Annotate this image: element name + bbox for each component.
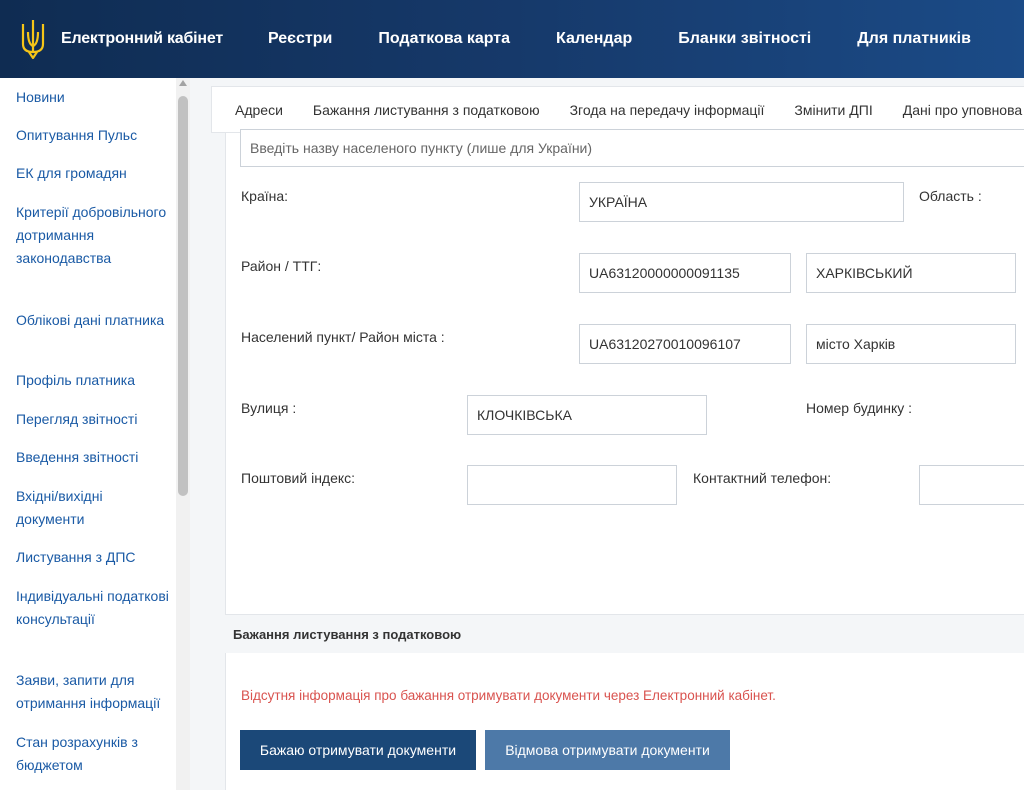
correspondence-section-title: Бажання листування з податковою xyxy=(233,627,462,642)
sidebar-item-payer-profile[interactable]: Профіль платника xyxy=(16,369,171,392)
street-field[interactable] xyxy=(467,395,707,435)
nav-tax-map[interactable]: Податкова карта xyxy=(378,30,510,48)
sidebar-item-tax-consultations[interactable]: Індивідуальні податкові консультації xyxy=(16,585,171,631)
house-number-label: Номер будинку : xyxy=(806,400,913,416)
brand-title[interactable]: Електронний кабінет xyxy=(61,30,223,48)
district-label: Район / ТТГ: xyxy=(241,258,322,274)
country-field[interactable] xyxy=(579,182,904,222)
tab-addresses[interactable]: Адреси xyxy=(235,102,283,118)
scroll-up-arrow-icon[interactable] xyxy=(179,80,187,86)
sidebar-item-dps-correspondence[interactable]: Листування з ДПС xyxy=(16,546,171,569)
accept-documents-button[interactable]: Бажаю отримувати документи xyxy=(240,730,476,770)
correspondence-warning: Відсутня інформація про бажання отримува… xyxy=(241,688,776,703)
nav-report-forms[interactable]: Бланки звітності xyxy=(678,30,811,48)
profile-tabs: Адреси Бажання листування з податковою З… xyxy=(211,86,1024,133)
district-name-field[interactable] xyxy=(806,253,1016,293)
postal-code-label: Поштовий індекс: xyxy=(241,470,356,486)
street-label: Вулиця : xyxy=(241,400,297,416)
locality-search-input[interactable] xyxy=(240,129,1024,167)
postal-code-field[interactable] xyxy=(467,465,677,505)
main-content: Адреси Бажання листування з податковою З… xyxy=(190,78,1024,790)
nav-registers[interactable]: Реєстри xyxy=(268,30,332,48)
sidebar-item-requests[interactable]: Заяви, запити для отримання інформації xyxy=(16,669,171,715)
locality-code-field[interactable] xyxy=(579,324,791,364)
sidebar: Новини Опитування Пульс ЕК для громадян … xyxy=(0,78,190,790)
decline-documents-button[interactable]: Відмова отримувати документи xyxy=(485,730,730,770)
sidebar-item-registration-data[interactable]: Облікові дані платника xyxy=(16,309,171,332)
tab-correspondence[interactable]: Бажання листування з податковою xyxy=(313,102,540,118)
top-navigation-bar: Електронний кабінет Реєстри Податкова ка… xyxy=(0,0,1024,78)
region-label: Область : xyxy=(919,188,982,204)
sidebar-item-budget-settlements[interactable]: Стан розрахунків з бюджетом xyxy=(16,731,171,777)
sidebar-item-compliance-criteria[interactable]: Критерії добровільного дотримання законо… xyxy=(16,201,171,270)
trident-icon[interactable] xyxy=(18,16,48,62)
locality-label: Населений пункт/ Район міста : xyxy=(241,329,445,345)
country-label: Країна: xyxy=(241,188,289,204)
tab-info-consent[interactable]: Згода на передачу інформації xyxy=(570,102,765,118)
sidebar-item-view-reports[interactable]: Перегляд звітності xyxy=(16,408,171,431)
scrollbar-thumb[interactable] xyxy=(178,96,188,496)
sidebar-item-ek-citizens[interactable]: ЕК для громадян xyxy=(16,162,171,185)
sidebar-item-news[interactable]: Новини xyxy=(16,86,171,109)
tab-authorized-persons[interactable]: Дані про уповнова xyxy=(903,102,1022,118)
nav-calendar[interactable]: Календар xyxy=(556,30,632,48)
sidebar-scrollbar[interactable] xyxy=(176,78,190,790)
tab-change-dpi[interactable]: Змінити ДПІ xyxy=(794,102,872,118)
sidebar-item-documents[interactable]: Вхідні/вихідні документи xyxy=(16,485,171,531)
phone-field[interactable] xyxy=(919,465,1024,505)
phone-label: Контактний телефон: xyxy=(693,470,832,486)
locality-name-field[interactable] xyxy=(806,324,1016,364)
nav-for-payers[interactable]: Для платників xyxy=(857,30,971,48)
district-code-field[interactable] xyxy=(579,253,791,293)
sidebar-item-pulse-survey[interactable]: Опитування Пульс xyxy=(16,124,171,147)
sidebar-item-enter-reports[interactable]: Введення звітності xyxy=(16,446,171,469)
